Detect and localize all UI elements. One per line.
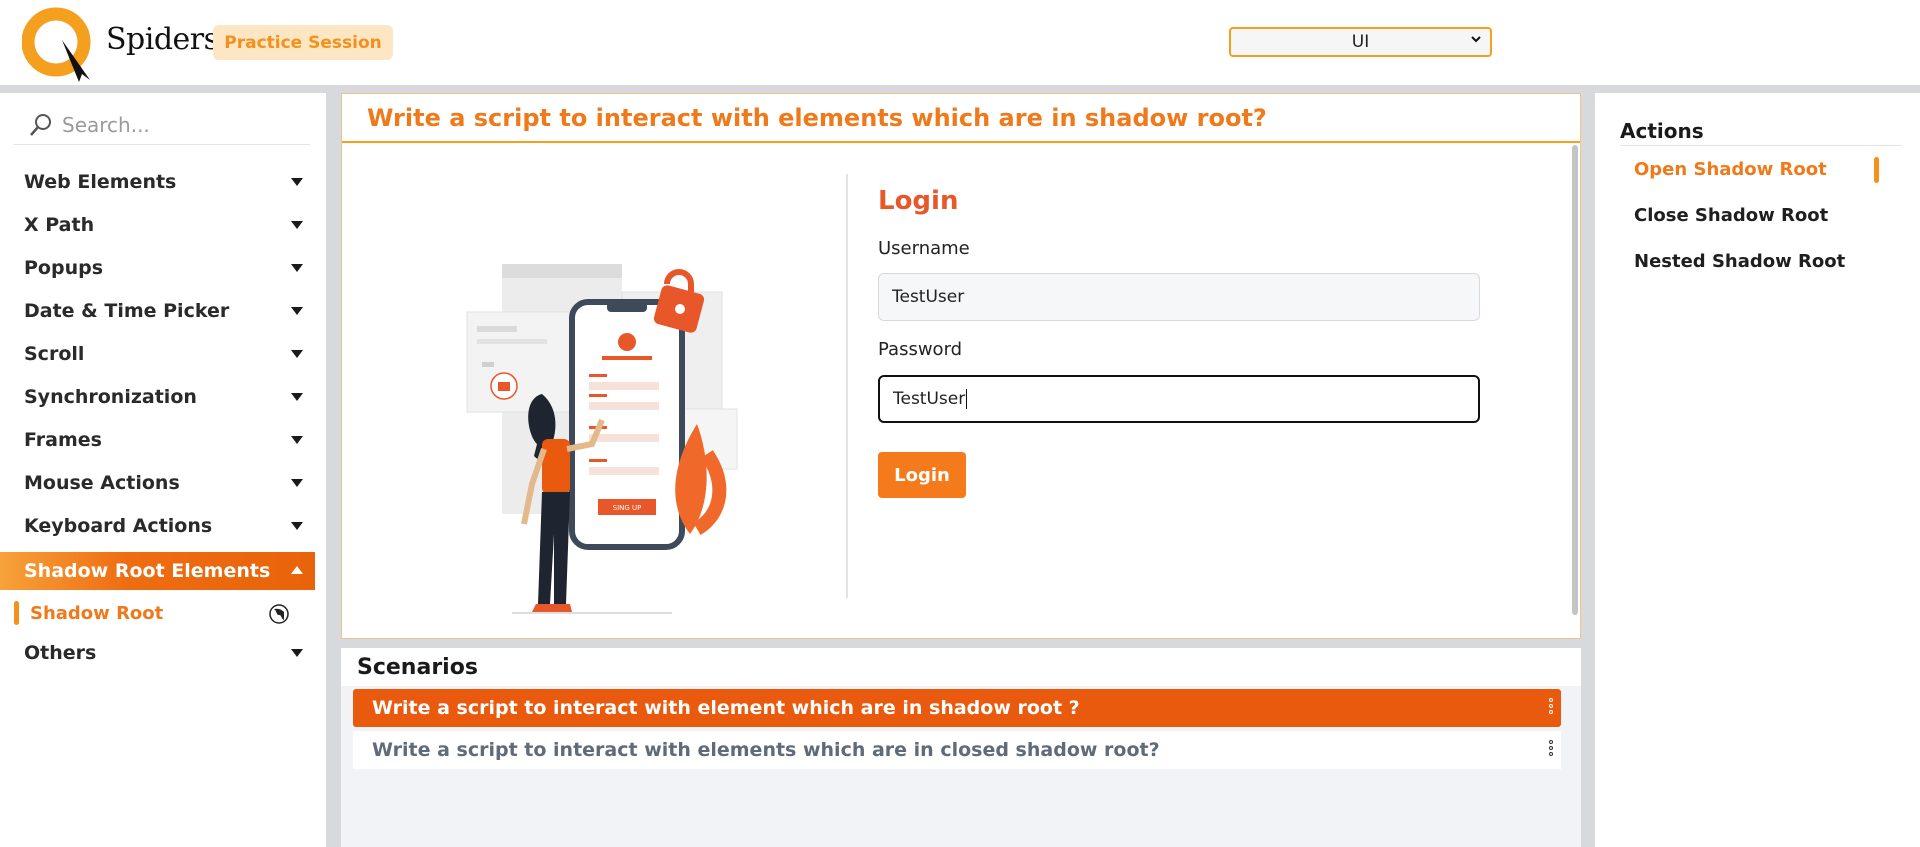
password-field[interactable]: TestUser bbox=[878, 375, 1480, 423]
page-title: Write a script to interact with elements… bbox=[342, 94, 1580, 143]
active-indicator bbox=[1874, 157, 1879, 183]
sidebar-item-synchronization[interactable]: Synchronization bbox=[0, 378, 315, 416]
caret-down-icon bbox=[291, 436, 303, 444]
sidebar-item-scroll[interactable]: Scroll bbox=[0, 335, 315, 373]
caret-down-icon bbox=[291, 350, 303, 358]
logo-text: Spiders bbox=[106, 22, 219, 57]
search-icon bbox=[30, 113, 51, 136]
sidebar-item-shadow-root-elements[interactable]: Shadow Root Elements bbox=[0, 552, 315, 590]
practice-session-badge[interactable]: Practice Session bbox=[213, 25, 393, 60]
view-select[interactable]: UI bbox=[1229, 27, 1492, 57]
more-options-icon[interactable] bbox=[1549, 740, 1553, 756]
sidebar-item-label: Date & Time Picker bbox=[24, 300, 230, 322]
sidebar-item-date-time-picker[interactable]: Date & Time Picker bbox=[0, 292, 315, 330]
login-button[interactable]: Login bbox=[878, 452, 966, 498]
login-illustration: SING UP bbox=[442, 234, 802, 620]
caret-down-icon bbox=[291, 307, 303, 315]
actions-divider bbox=[1620, 145, 1902, 146]
action-open-shadow-root[interactable]: Open Shadow Root bbox=[1634, 159, 1827, 180]
sidebar-item-x-path[interactable]: X Path bbox=[0, 206, 315, 244]
caret-up-icon bbox=[291, 566, 303, 574]
password-value: TestUser bbox=[893, 389, 966, 409]
scenarios-panel: Scenarios Write a script to interact wit… bbox=[341, 648, 1581, 847]
search-placeholder: Search... bbox=[62, 112, 150, 137]
scenario-label: Write a script to interact with element … bbox=[372, 697, 1080, 719]
caret-down-icon bbox=[291, 221, 303, 229]
sidebar-item-label: Web Elements bbox=[24, 171, 177, 193]
search-box[interactable]: Search... bbox=[14, 105, 310, 145]
actions-panel: Actions Open Shadow Root Close Shadow Ro… bbox=[1595, 93, 1920, 847]
sidebar-item-mouse-actions[interactable]: Mouse Actions bbox=[0, 464, 315, 502]
action-nested-shadow-root[interactable]: Nested Shadow Root bbox=[1634, 251, 1845, 272]
scenario-label: Write a script to interact with elements… bbox=[372, 739, 1160, 761]
caret-down-icon bbox=[291, 649, 303, 657]
sidebar-item-label: Others bbox=[24, 642, 97, 664]
sidebar-item-label: Mouse Actions bbox=[24, 472, 180, 494]
scenarios-title: Scenarios bbox=[341, 648, 1581, 686]
chevron-down-icon bbox=[1470, 33, 1482, 49]
top-header: Spiders Practice Session UI bbox=[0, 0, 1920, 85]
sidebar-subitem-shadow-root[interactable]: Shadow Root bbox=[14, 598, 314, 628]
more-options-icon[interactable] bbox=[1549, 698, 1553, 714]
main-panel: Write a script to interact with elements… bbox=[341, 93, 1581, 639]
username-label: Username bbox=[878, 238, 970, 259]
username-field[interactable]: TestUser bbox=[878, 273, 1480, 321]
sidebar-subitem-label: Shadow Root bbox=[30, 602, 164, 624]
qspiders-logo[interactable]: Spiders bbox=[21, 0, 219, 85]
caret-down-icon bbox=[291, 522, 303, 530]
sidebar-item-label: Frames bbox=[24, 429, 102, 451]
sidebar-item-others[interactable]: Others bbox=[0, 634, 315, 672]
caret-down-icon bbox=[291, 479, 303, 487]
sidebar: Search... Web Elements X Path Popups Dat… bbox=[0, 93, 326, 847]
sidebar-item-label: Scroll bbox=[24, 343, 85, 365]
sidebar-item-web-elements[interactable]: Web Elements bbox=[0, 163, 315, 201]
action-close-shadow-root[interactable]: Close Shadow Root bbox=[1634, 205, 1828, 226]
sidebar-item-frames[interactable]: Frames bbox=[0, 421, 315, 459]
scenario-item-open-shadow-root[interactable]: Write a script to interact with element … bbox=[353, 689, 1561, 727]
logo-q-icon bbox=[21, 7, 91, 82]
caret-down-icon bbox=[291, 178, 303, 186]
actions-title: Actions bbox=[1620, 119, 1704, 143]
signup-label: SING UP bbox=[613, 504, 642, 512]
sidebar-item-popups[interactable]: Popups bbox=[0, 249, 315, 287]
sidebar-item-label: Synchronization bbox=[24, 386, 197, 408]
login-title: Login bbox=[878, 186, 959, 216]
text-cursor bbox=[966, 389, 968, 409]
password-label: Password bbox=[878, 339, 963, 360]
sidebar-item-label: Keyboard Actions bbox=[24, 515, 213, 537]
globe-icon bbox=[268, 603, 290, 629]
vertical-scrollbar[interactable] bbox=[1572, 145, 1578, 615]
scenario-item-closed-shadow-root[interactable]: Write a script to interact with elements… bbox=[353, 731, 1561, 769]
sidebar-item-keyboard-actions[interactable]: Keyboard Actions bbox=[0, 507, 315, 545]
active-indicator bbox=[14, 601, 19, 625]
username-value: TestUser bbox=[892, 287, 965, 307]
panel-divider bbox=[846, 174, 848, 598]
sidebar-item-label: Shadow Root Elements bbox=[24, 560, 271, 582]
caret-down-icon bbox=[291, 264, 303, 272]
caret-down-icon bbox=[291, 393, 303, 401]
sidebar-item-label: X Path bbox=[24, 214, 95, 236]
view-select-value: UI bbox=[1351, 32, 1370, 52]
sidebar-item-label: Popups bbox=[24, 257, 104, 279]
